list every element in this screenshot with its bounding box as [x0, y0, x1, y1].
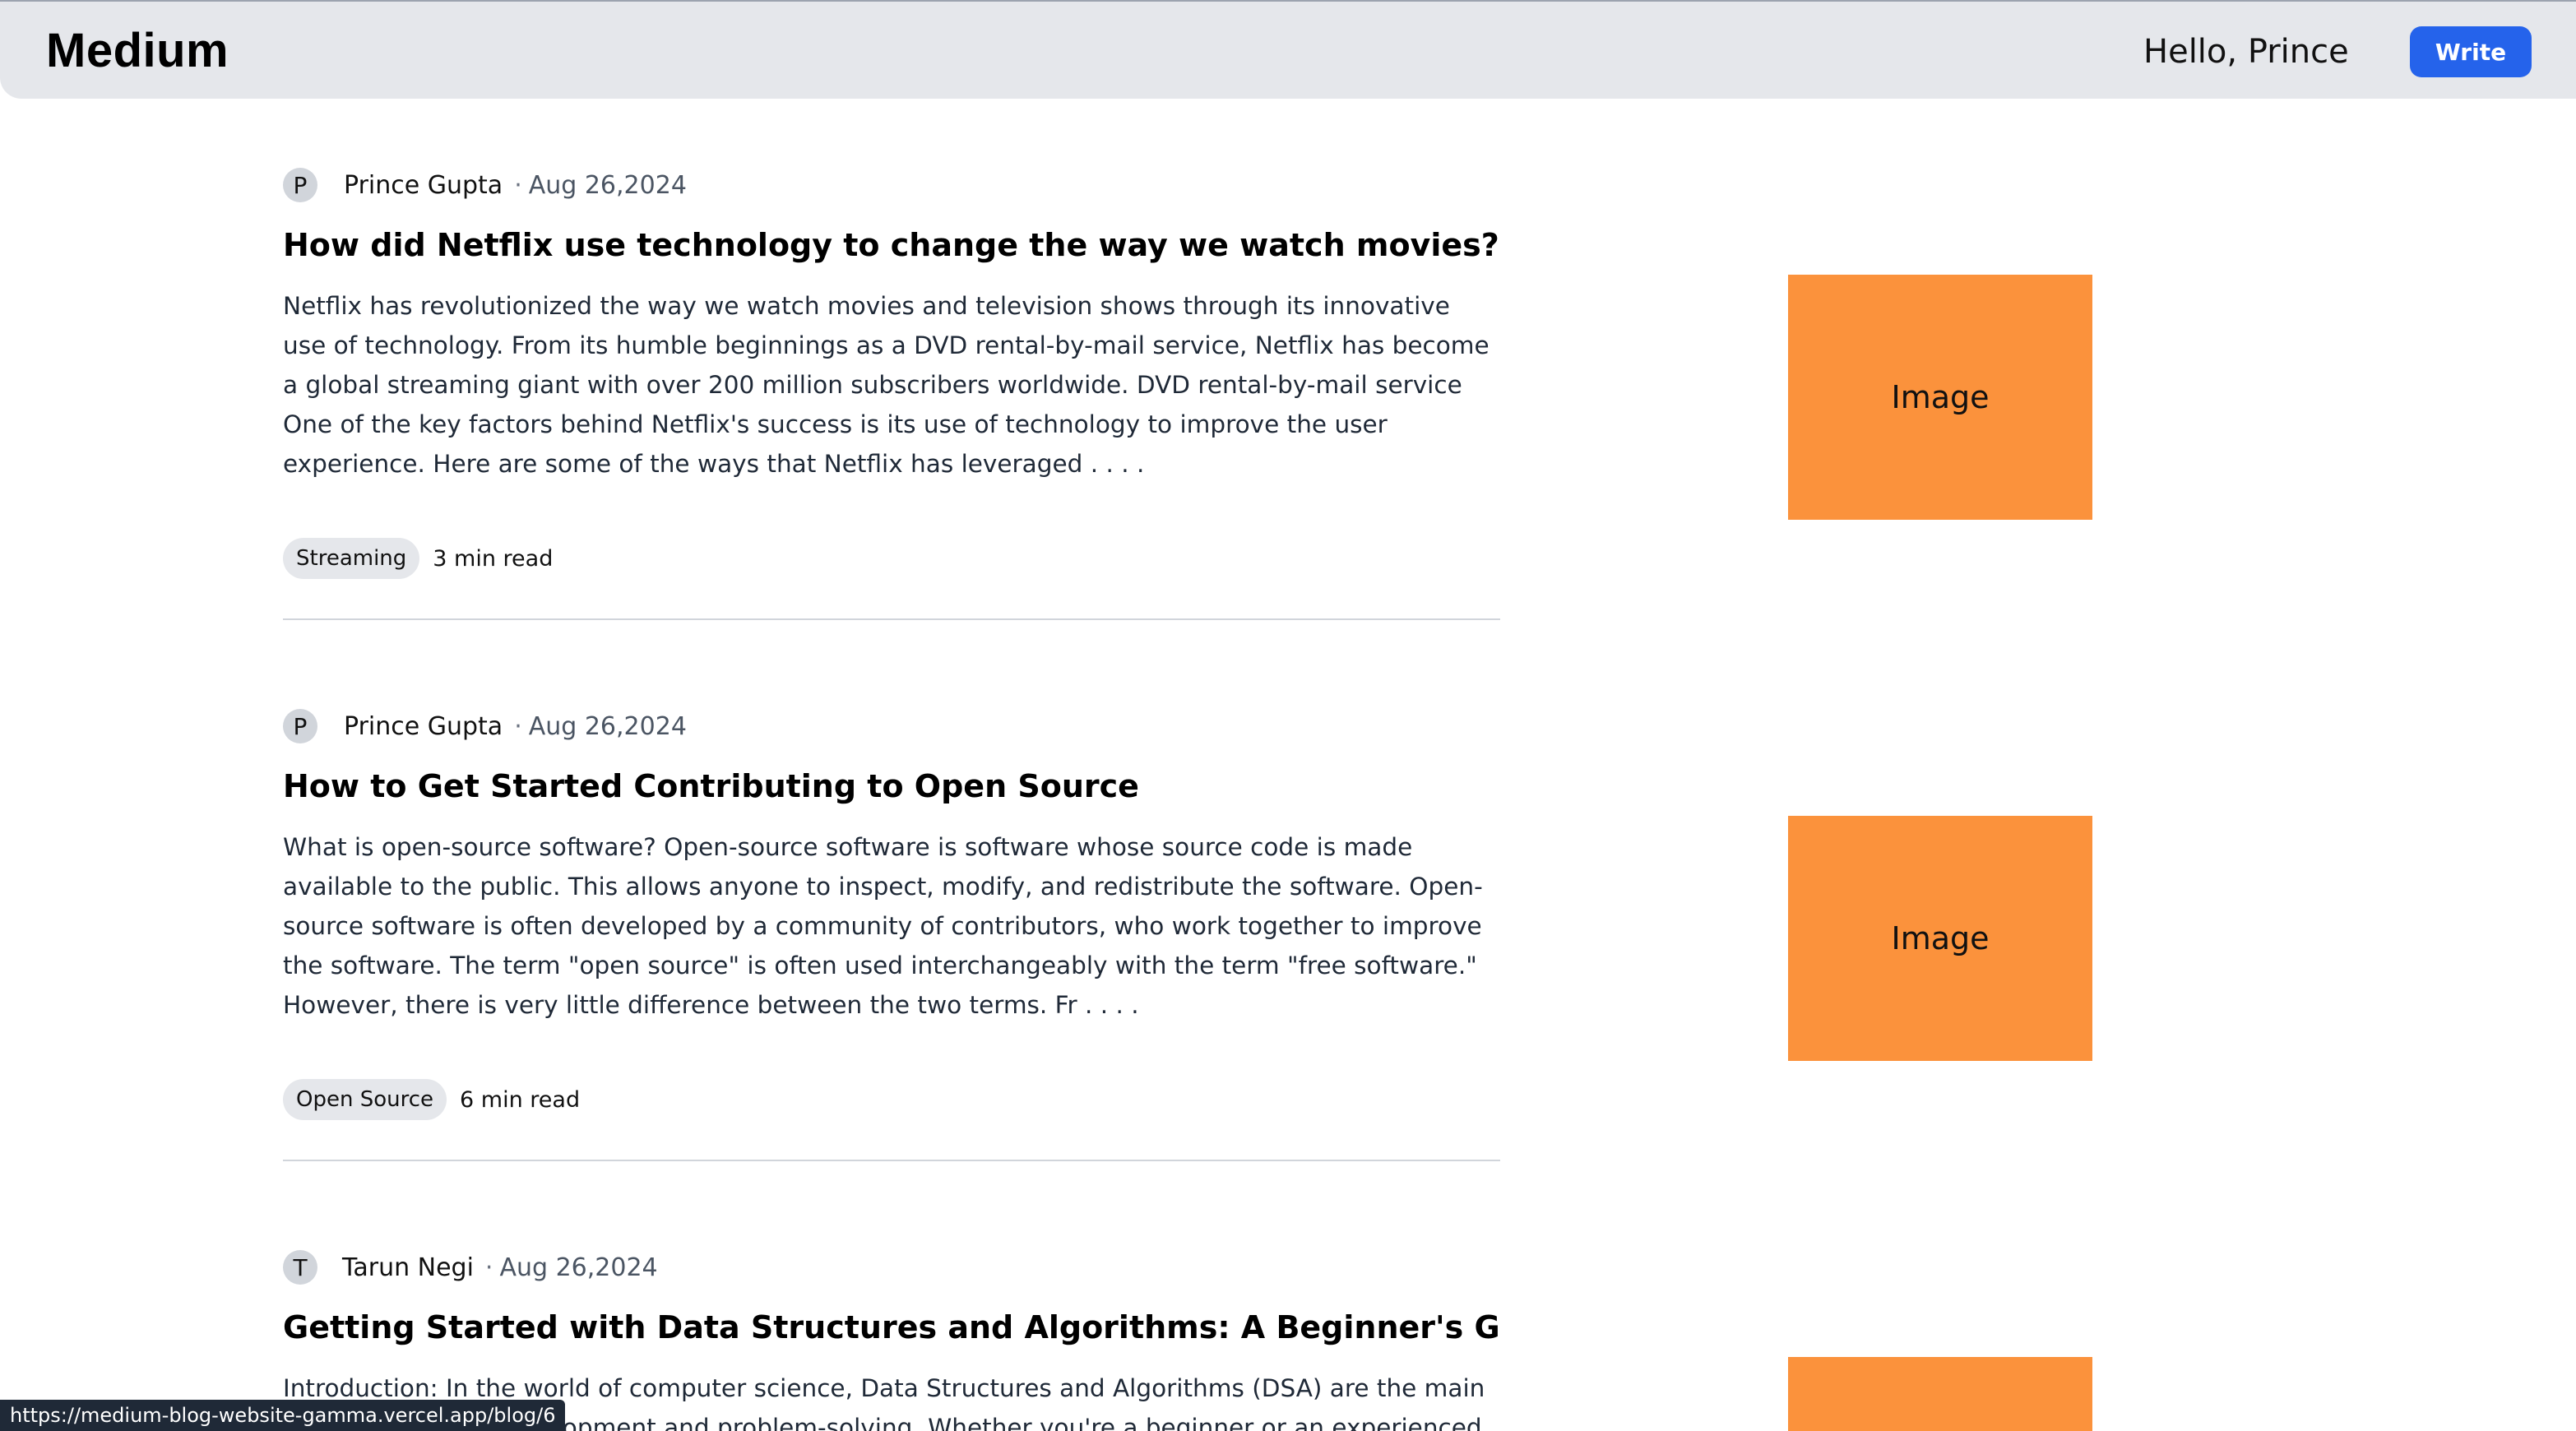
post-thumbnail: Image [1788, 816, 2092, 1061]
meta-separator: · [514, 711, 522, 741]
post-footer: Streaming 3 min read [283, 538, 553, 579]
post-thumbnail: Image [1788, 275, 2092, 520]
author-avatar: P [283, 709, 317, 743]
logo[interactable]: Medium [46, 23, 229, 78]
post-title[interactable]: Getting Started with Data Structures and… [283, 1309, 1500, 1345]
author-name: Prince Gupta [344, 711, 503, 741]
post-divider [283, 618, 1500, 620]
status-bar-url: https://medium-blog-website-gamma.vercel… [0, 1400, 566, 1431]
meta-separator: · [484, 1253, 493, 1282]
meta-separator: · [514, 170, 522, 200]
post-meta: P Prince Gupta · Aug 26,2024 [283, 707, 687, 745]
write-button[interactable]: Write [2410, 26, 2532, 77]
author-name: Tarun Negi [342, 1253, 474, 1282]
post-tag[interactable]: Streaming [283, 538, 420, 579]
post-footer: Open Source 6 min read [283, 1079, 580, 1120]
page: Medium Hello, Prince Write P Prince Gupt… [0, 0, 2576, 1431]
post-meta: P Prince Gupta · Aug 26,2024 [283, 166, 687, 204]
post-thumbnail [1788, 1357, 2092, 1431]
author-avatar: T [283, 1250, 317, 1285]
post-tag[interactable]: Open Source [283, 1079, 447, 1120]
post-title[interactable]: How did Netflix use technology to change… [283, 227, 1517, 263]
read-time: 3 min read [433, 545, 554, 572]
author-name: Prince Gupta [344, 170, 503, 200]
author-avatar: P [283, 168, 317, 202]
publish-date: Aug 26,2024 [528, 711, 687, 741]
app-header: Medium Hello, Prince Write [0, 0, 2576, 99]
post-divider [283, 1160, 1500, 1161]
post-excerpt: Netflix has revolutionized the way we wa… [283, 292, 1490, 478]
publish-date: Aug 26,2024 [499, 1253, 658, 1282]
post-excerpt: What is open-source software? Open-sourc… [283, 833, 1483, 1019]
publish-date: Aug 26,2024 [528, 170, 687, 200]
user-greeting: Hello, Prince [2143, 33, 2349, 71]
read-time: 6 min read [460, 1086, 581, 1113]
post-meta: T Tarun Negi · Aug 26,2024 [283, 1248, 658, 1286]
post-title[interactable]: How to Get Started Contributing to Open … [283, 768, 1517, 804]
